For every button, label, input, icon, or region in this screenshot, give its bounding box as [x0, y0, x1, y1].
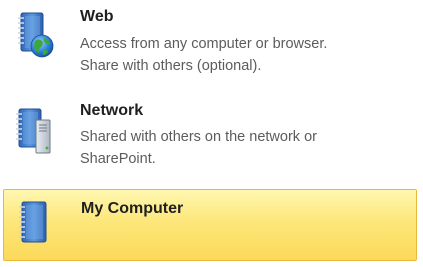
- option-description-line: Share with others (optional).: [80, 58, 262, 74]
- network-notebook-icon: [15, 106, 55, 156]
- option-network[interactable]: Network Shared with others on the networ…: [3, 100, 417, 186]
- computer-notebook-icon: [16, 199, 56, 249]
- option-description: Shared with others on the network or Sha…: [80, 126, 400, 170]
- option-description-line: Shared with others on the network or: [80, 129, 317, 145]
- option-description-line: SharePoint.: [80, 151, 156, 167]
- option-my-computer[interactable]: My Computer: [3, 189, 417, 261]
- option-title: Network: [80, 102, 144, 119]
- notebook-location-list: Web Access from any computer or browser.…: [0, 0, 423, 267]
- option-title: Web: [80, 8, 114, 25]
- option-web[interactable]: Web Access from any computer or browser.…: [3, 4, 417, 96]
- option-description-line: Access from any computer or browser.: [80, 36, 328, 52]
- option-description: Access from any computer or browser. Sha…: [80, 33, 400, 77]
- web-notebook-icon: [15, 10, 55, 60]
- option-title: My Computer: [81, 200, 184, 217]
